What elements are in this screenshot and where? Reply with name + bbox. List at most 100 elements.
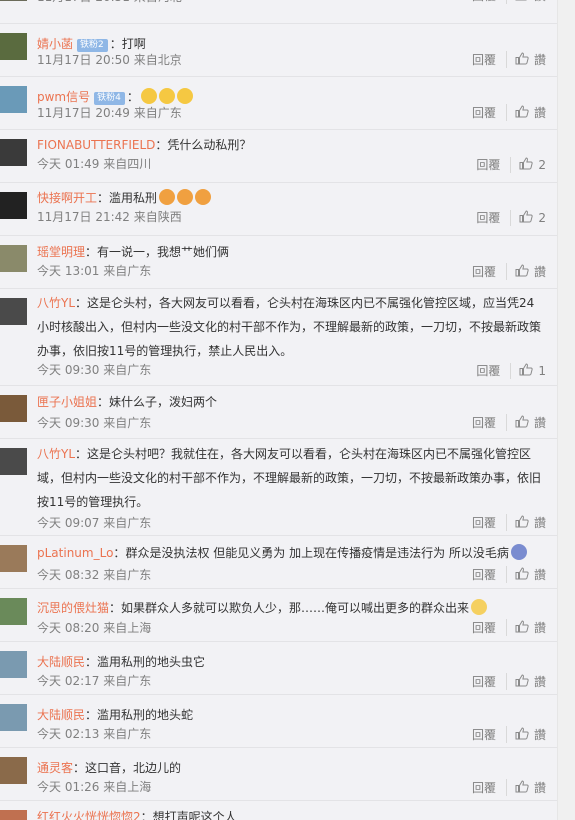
comment-time: 今天 01:49 来自四川 [37, 157, 152, 171]
avatar[interactable] [0, 192, 27, 219]
comment-content: 群众是没执法权 但能见义勇为 加上现在传播疫情是违法行为 所以没毛病 [125, 546, 509, 560]
thumbs-up-icon [515, 414, 529, 431]
username-link[interactable]: pwm信号 [37, 90, 90, 104]
reply-button[interactable]: 回覆 [472, 673, 496, 690]
like-button[interactable]: 讚 [505, 514, 546, 531]
like-button[interactable]: 讚 [505, 619, 546, 636]
comment-item: 沉思的偎灶猫：如果群众人多就可以欺负人少，那……俺可以喊出更多的群众出来 今天 0… [0, 589, 558, 642]
reply-button[interactable]: 回覆 [472, 0, 496, 4]
reply-button[interactable]: 回覆 [476, 156, 500, 173]
like-button[interactable]: 讚 [505, 726, 546, 743]
avatar[interactable] [0, 395, 27, 422]
scrollbar[interactable] [557, 0, 575, 820]
comment-actions: 回覆 讚 [472, 51, 546, 68]
like-button[interactable]: 2 [510, 156, 546, 173]
like-button[interactable]: 2 [510, 209, 546, 226]
like-button[interactable]: 讚 [505, 51, 546, 68]
comment-content: 这口音，北边儿的 [85, 761, 182, 775]
comment-item: FIONABUTTERFIELD：凭什么动私刑？ 今天 01:49 来自四川 回覆 2 [0, 130, 558, 183]
comment-content: 凭什么动私刑？ [167, 138, 252, 152]
colon-separator: ： [97, 191, 110, 205]
avatar[interactable] [0, 33, 27, 60]
comment-time: 11月17日 20:51 来自河北 [37, 0, 182, 5]
reply-button[interactable]: 回覆 [472, 726, 496, 743]
username-link[interactable]: 瑶堂明理 [37, 245, 85, 259]
comment-body: 快接啊开工：滥用私刑 [37, 186, 546, 210]
comment-item: 匣子小姐姐：妹什么子，泼妇两个 今天 09:30 来自广东 回覆 讚 [0, 386, 558, 439]
comment-text: FIONABUTTERFIELD：凭什么动私刑？ [37, 133, 546, 157]
thumbs-up-icon [515, 0, 529, 4]
comment-body: 大陆顺民：滥用私刑的地头虫它 [37, 650, 546, 674]
like-button[interactable]: 1 [510, 362, 546, 379]
like-button[interactable]: 讚 [505, 263, 546, 280]
username-link[interactable]: 八竹YL [37, 447, 75, 461]
comment-text: 八竹YL：这是仑头村吧？我就住在，各大网友可以看看，仑头村在海珠区内已不属强化管… [37, 442, 546, 514]
username-link[interactable]: 大陆顺民 [37, 655, 85, 669]
avatar[interactable] [0, 139, 27, 166]
avatar[interactable] [0, 245, 27, 272]
comment-body: 通灵客：这口音，北边儿的 [37, 756, 546, 780]
avatar[interactable] [0, 86, 27, 113]
username-link[interactable]: 匣子小姐姐 [37, 395, 97, 409]
thumbs-up-icon [515, 673, 529, 690]
username-link[interactable]: 红红火火恍恍惚惚2 [37, 810, 141, 820]
comment-content: 想打声呢这个人 [152, 810, 237, 820]
avatar[interactable] [0, 598, 27, 625]
reply-button[interactable]: 回覆 [472, 263, 496, 280]
comment-time: 今天 09:30 来自广东 [37, 363, 152, 377]
colon-separator: ： [85, 708, 98, 722]
emoji-icon [176, 88, 193, 104]
reply-button[interactable]: 回覆 [472, 619, 496, 636]
comment-time: 今天 02:13 来自广东 [37, 727, 152, 741]
comment-time: 今天 13:01 来自广东 [37, 264, 152, 278]
username-link[interactable]: 沉思的偎灶猫 [37, 601, 109, 615]
comment-actions: 回覆 讚 [472, 514, 546, 531]
like-button[interactable]: 讚 [505, 673, 546, 690]
reply-button[interactable]: 回覆 [472, 414, 496, 431]
username-link[interactable]: 八竹YL [37, 296, 75, 310]
like-button[interactable]: 讚 [505, 566, 546, 583]
username-link[interactable]: 大陆顺民 [37, 708, 85, 722]
like-count: 讚 [533, 53, 546, 67]
username-link[interactable]: FIONABUTTERFIELD [37, 138, 155, 152]
like-button[interactable]: 讚 [505, 0, 546, 4]
like-count: 讚 [534, 0, 546, 4]
reply-button[interactable]: 回覆 [472, 514, 496, 531]
comment-text: 红红火火恍恍惚惚2：想打声呢这个人 [37, 805, 546, 820]
comment-content: 滥用私刑 [109, 191, 158, 205]
username-link[interactable]: 通灵客 [37, 761, 73, 775]
colon-separator: ： [109, 37, 122, 51]
reply-button[interactable]: 回覆 [472, 104, 496, 121]
comment-actions: 回覆 1 [476, 362, 546, 379]
avatar[interactable] [0, 0, 27, 1]
username-link[interactable]: 快接啊开工 [37, 191, 97, 205]
avatar[interactable] [0, 810, 27, 820]
username-link[interactable]: pLatinum_Lo [37, 546, 113, 560]
comment-text: 瑶堂明理：有一说一，我想艹她们俩 [37, 240, 546, 264]
reply-button[interactable]: 回覆 [476, 362, 500, 379]
avatar[interactable] [0, 545, 27, 572]
avatar[interactable] [0, 298, 27, 325]
avatar[interactable] [0, 757, 27, 784]
like-count: 讚 [533, 728, 546, 742]
emoji-icon [471, 599, 488, 615]
reply-button[interactable]: 回覆 [472, 566, 496, 583]
thumbs-up-icon [515, 619, 529, 636]
colon-separator: ： [155, 138, 168, 152]
avatar[interactable] [0, 704, 27, 731]
comment-body: 大陆顺民：滥用私刑的地头蛇 [37, 703, 546, 727]
thumbs-up-icon [519, 156, 534, 173]
reply-button[interactable]: 回覆 [472, 779, 496, 796]
like-button[interactable]: 讚 [505, 104, 546, 121]
reply-button[interactable]: 回覆 [472, 51, 496, 68]
comment-item: 红红火火恍恍惚惚2：想打声呢这个人 [0, 801, 558, 820]
reply-button[interactable]: 回覆 [476, 209, 500, 226]
like-count: 2 [538, 210, 546, 225]
thumbs-up-icon [515, 779, 529, 796]
avatar[interactable] [0, 651, 27, 678]
like-button[interactable]: 讚 [505, 779, 546, 796]
username-link[interactable]: 婧小菡 [37, 37, 73, 51]
comment-time: 今天 02:17 来自广东 [37, 674, 152, 688]
avatar[interactable] [0, 448, 27, 475]
like-button[interactable]: 讚 [505, 414, 546, 431]
